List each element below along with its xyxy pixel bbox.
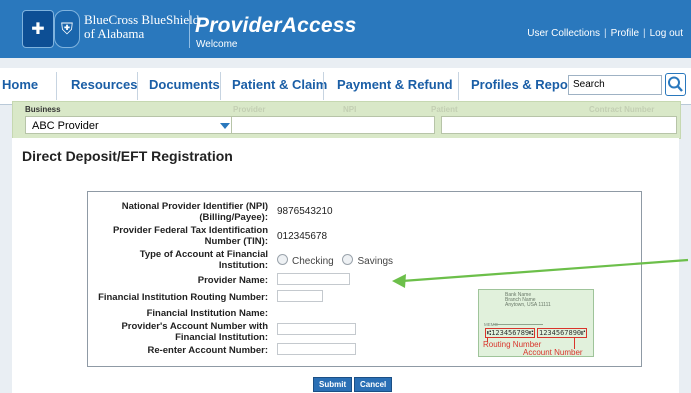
tin-value: 012345678	[277, 231, 328, 242]
checking-radio[interactable]	[277, 254, 288, 265]
nav-patient-claim[interactable]: Patient & Claim	[232, 77, 327, 92]
nav-resources[interactable]: Resources	[71, 77, 137, 92]
annotation-arrow-icon	[392, 258, 689, 288]
reenter-account-label: Re-enter Account Number:	[147, 345, 268, 356]
nav-divider	[56, 72, 57, 100]
npi-label-line1: National Provider Identifier (NPI)	[121, 201, 268, 212]
page-title: Direct Deposit/EFT Registration	[22, 148, 233, 164]
npi-label-line2: (Billing/Payee):	[199, 212, 268, 223]
brand-divider	[189, 10, 190, 48]
savings-radio[interactable]	[342, 254, 354, 265]
search-input[interactable]: Search	[568, 75, 662, 95]
fi-name-label: Financial Institution Name:	[146, 308, 268, 319]
routing-number-input[interactable]	[277, 290, 323, 302]
provider-name-label: Provider Name:	[197, 275, 268, 286]
nav-documents[interactable]: Documents	[149, 77, 220, 92]
reenter-account-input[interactable]	[277, 343, 356, 355]
nav-divider	[458, 72, 459, 100]
nav-divider	[220, 72, 221, 100]
business-select-value: ABC Provider	[32, 120, 99, 132]
filter-label-provider: Provider	[233, 105, 266, 114]
account-type-label-line1: Type of Account at Financial	[139, 249, 268, 260]
patient-contract-field[interactable]	[441, 116, 677, 134]
routing-number-label: Financial Institution Routing Number:	[98, 292, 268, 303]
nav-divider	[137, 72, 138, 100]
search-icon[interactable]	[665, 73, 686, 96]
nav-home[interactable]: Home	[2, 77, 38, 92]
app-title: ProviderAccess	[195, 14, 357, 37]
provider-name-input[interactable]	[277, 273, 350, 285]
filter-label-npi: NPI	[343, 105, 357, 114]
brand-name: BlueCross BlueShield	[84, 12, 200, 27]
account-number-label-line1: Provider's Account Number with	[121, 321, 268, 332]
cancel-button[interactable]: Cancel	[354, 377, 393, 392]
app-header: ✚ ⛨ BlueCross BlueShield of Alabama Prov…	[0, 0, 691, 58]
account-number-input[interactable]	[277, 323, 356, 335]
tin-label-line1: Provider Federal Tax Identification	[112, 225, 268, 236]
nav-divider	[323, 72, 324, 100]
main-nav: Home Resources Documents Patient & Claim…	[0, 68, 691, 105]
filter-bar: Business Provider NPI Patient Contract N…	[12, 101, 681, 139]
top-links: User Collections | Profile | Log out	[527, 28, 683, 39]
user-collections-link[interactable]: User Collections	[527, 28, 600, 39]
chevron-down-icon	[220, 123, 230, 129]
savings-label: Savings	[357, 256, 394, 267]
nav-payment-refund[interactable]: Payment & Refund	[337, 77, 453, 92]
tin-label-line2: Number (TIN):	[204, 236, 268, 247]
bluecross-logo-icon: ✚	[22, 10, 54, 48]
business-select[interactable]: ABC Provider	[25, 116, 237, 134]
filter-label-patient: Patient	[431, 105, 458, 114]
submit-button[interactable]: Submit	[313, 377, 353, 392]
account-number-label-line2: Financial Institution:	[175, 332, 268, 343]
filter-label-contract-number: Contract Number	[589, 105, 655, 114]
account-type-label-line2: Institution:	[218, 260, 268, 271]
provider-npi-field[interactable]	[231, 116, 435, 134]
filter-label-business: Business	[25, 105, 61, 114]
logout-link[interactable]: Log out	[650, 28, 683, 39]
brand-region: of Alabama	[84, 26, 145, 41]
npi-value: 9876543210	[277, 206, 333, 217]
blueshield-logo-icon: ⛨	[54, 10, 80, 48]
checking-label: Checking	[292, 256, 334, 267]
account-type-radios: Checking Savings	[277, 254, 393, 267]
profile-link[interactable]: Profile	[611, 28, 639, 39]
welcome-text: Welcome	[196, 39, 238, 50]
